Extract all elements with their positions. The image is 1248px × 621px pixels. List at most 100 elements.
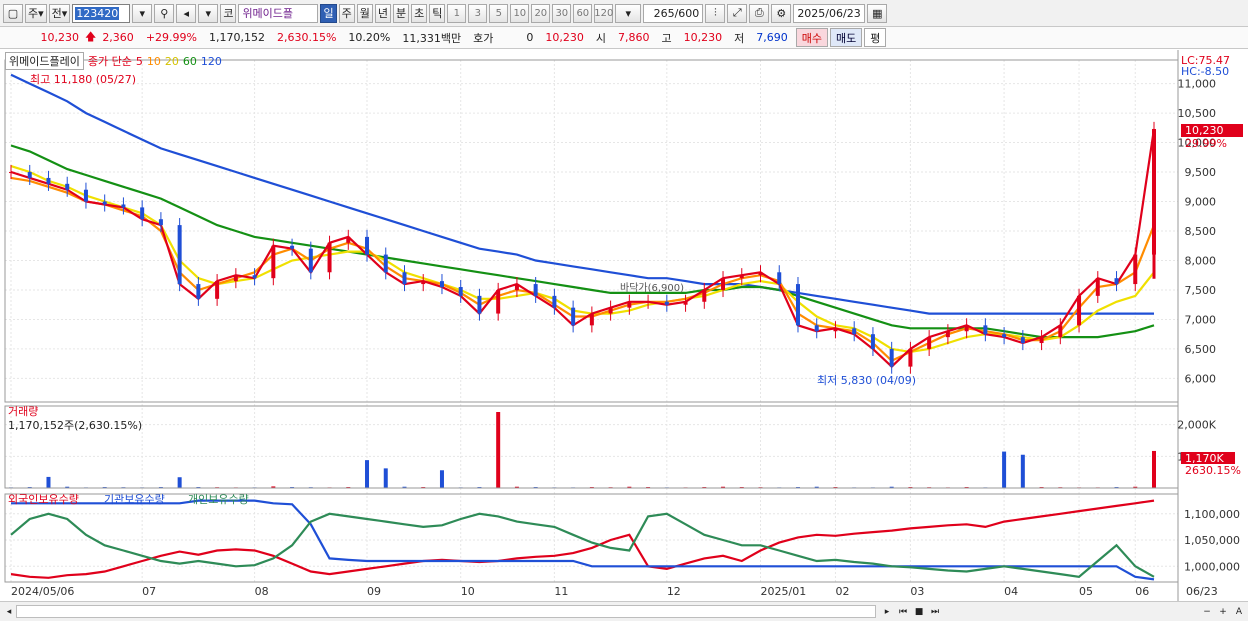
candle-body xyxy=(833,328,838,332)
buy-button[interactable]: 매수 xyxy=(795,28,828,47)
x-tick-label: 06/23 xyxy=(1186,585,1218,598)
price-legend: 위메이드플레이 종가 단순 5 10 20 60 120 xyxy=(5,52,222,70)
candle-body xyxy=(1058,325,1063,338)
date-field[interactable]: 2025/06/23 xyxy=(793,3,866,23)
num-120[interactable]: 120 xyxy=(594,3,613,23)
ma120-label: 120 xyxy=(200,54,222,68)
font-icon[interactable]: A xyxy=(1232,605,1246,619)
x-tick-label: 03 xyxy=(910,585,924,598)
search-icon[interactable]: ⚲ xyxy=(154,3,175,23)
scrollbar[interactable] xyxy=(16,605,876,618)
mode2-select[interactable]: 전 ▾ xyxy=(48,3,71,23)
candle-body xyxy=(140,207,145,220)
count-field[interactable]: 265/600 xyxy=(643,3,704,23)
candle-body xyxy=(1002,334,1007,338)
candle-body xyxy=(346,236,351,243)
candle-body xyxy=(870,334,875,349)
x-tick-label: 04 xyxy=(1004,585,1018,598)
layout-icon[interactable]: ▢ xyxy=(3,3,23,23)
volume-bar xyxy=(496,412,501,488)
period-minute[interactable]: 분 xyxy=(392,3,410,23)
candle-icon[interactable]: ⫶ xyxy=(705,3,726,23)
ma10-label: 10 xyxy=(146,54,161,68)
first-icon[interactable]: ⏮ xyxy=(896,605,910,619)
num-5[interactable]: 5 xyxy=(489,3,509,23)
x-tick-label: 06 xyxy=(1135,585,1149,598)
candle-body xyxy=(1077,295,1082,326)
cb-button[interactable]: 코 xyxy=(220,3,237,23)
sell-button[interactable]: 매도 xyxy=(829,28,863,47)
price-tick-label: 9,000 xyxy=(1185,196,1217,209)
change-value: 2,360 xyxy=(102,31,134,44)
print-icon[interactable]: ⎙ xyxy=(749,3,770,23)
num-10[interactable]: 10 xyxy=(510,3,530,23)
candle-body xyxy=(964,325,969,332)
calendar-icon[interactable]: ▦ xyxy=(867,3,888,23)
mode1-select[interactable]: 주 ▾ xyxy=(25,3,47,23)
holding-legend-item: 외국인보유수량 xyxy=(8,493,79,506)
low-annotation: 최저 5,830 (04/09) xyxy=(817,374,916,387)
price-tick-label: 6,000 xyxy=(1185,372,1217,385)
stop-icon[interactable]: ■ xyxy=(912,605,926,619)
candle-body xyxy=(627,301,632,308)
volume-pct-label: 2630.15% xyxy=(1185,464,1241,477)
x-tick-label: 10 xyxy=(461,585,475,598)
volume-bar xyxy=(46,476,51,488)
price-tick-label: 8,000 xyxy=(1185,254,1217,267)
code-input[interactable]: 123420 xyxy=(72,3,131,23)
candle-body xyxy=(158,219,163,226)
speaker-icon[interactable]: ◂ xyxy=(176,3,197,23)
avg-button[interactable]: 평 xyxy=(864,28,887,47)
period-day[interactable]: 일 xyxy=(320,3,337,23)
x-tick-label: 07 xyxy=(142,585,156,598)
x-tick-label: 11 xyxy=(554,585,568,598)
high-label: 고 xyxy=(661,31,672,45)
zoom-out-icon[interactable]: − xyxy=(1200,605,1214,619)
candle-body xyxy=(1114,278,1119,285)
zoom-in-icon[interactable]: + xyxy=(1216,605,1230,619)
period-week[interactable]: 주 xyxy=(338,3,355,23)
stock-name-label: 위메이드플레이 xyxy=(5,52,84,70)
dropdown-icon[interactable]: ▾ xyxy=(198,3,219,23)
num-30[interactable]: 30 xyxy=(552,3,572,23)
period-month[interactable]: 월 xyxy=(356,3,373,23)
last-icon[interactable]: ⏭ xyxy=(928,605,942,619)
candle-body xyxy=(477,295,482,314)
toolbar: ▢ 주 ▾ 전 ▾ 123420 ▾ ⚲ ◂ ▾ 코 위메이드플 일 주 월 년 분… xyxy=(0,0,1248,27)
candle-body xyxy=(83,189,88,202)
candle-body xyxy=(233,275,238,282)
period-year[interactable]: 년 xyxy=(374,3,391,23)
candle-body xyxy=(777,272,782,285)
num-60[interactable]: 60 xyxy=(573,3,593,23)
num-3[interactable]: 3 xyxy=(468,3,488,23)
x-tick-label: 2025/01 xyxy=(761,585,807,598)
period-second[interactable]: 초 xyxy=(411,3,428,23)
scroll-right-icon[interactable]: ▸ xyxy=(880,605,894,619)
holding-legend-item: 개인보유수량 xyxy=(188,493,249,506)
scroll-left-icon[interactable]: ◂ xyxy=(2,605,16,619)
hc-label: HC:-8.50 xyxy=(1181,65,1229,78)
candle-body xyxy=(552,295,557,308)
candle-body xyxy=(983,325,988,335)
candle-body xyxy=(664,301,669,305)
num-1[interactable]: 1 xyxy=(447,3,467,23)
price-tick-label: 7,000 xyxy=(1185,313,1217,326)
candle-body xyxy=(889,348,894,367)
num-20[interactable]: 20 xyxy=(531,3,551,23)
volume-bar xyxy=(1020,454,1025,488)
ma5-label: 5 xyxy=(135,54,143,68)
candle-body xyxy=(177,225,182,285)
line-tool-icon[interactable]: ⤢ xyxy=(727,3,748,23)
holding-tick-label: 1,000,000 xyxy=(1184,560,1240,573)
open-value: 7,860 xyxy=(617,31,650,44)
period-tick[interactable]: 틱 xyxy=(429,3,446,23)
num-dropdown[interactable]: ▾ xyxy=(615,3,642,23)
bottom-toolbar: ◂ ▸ ⏮ ■ ⏭ − + A xyxy=(0,601,1248,621)
candle-body xyxy=(496,289,501,314)
up-arrow-icon: 🡅 xyxy=(85,30,97,43)
candle-body xyxy=(9,172,13,174)
chart-area[interactable]: 6,000 6,500 7,000 7,500 8,000 8,500 9,000 9,500… xyxy=(0,50,1248,601)
gear-icon[interactable]: ⚙ xyxy=(771,3,792,23)
dropdown-icon[interactable]: ▾ xyxy=(132,3,153,23)
price-tick-label: 11,000 xyxy=(1178,78,1217,91)
